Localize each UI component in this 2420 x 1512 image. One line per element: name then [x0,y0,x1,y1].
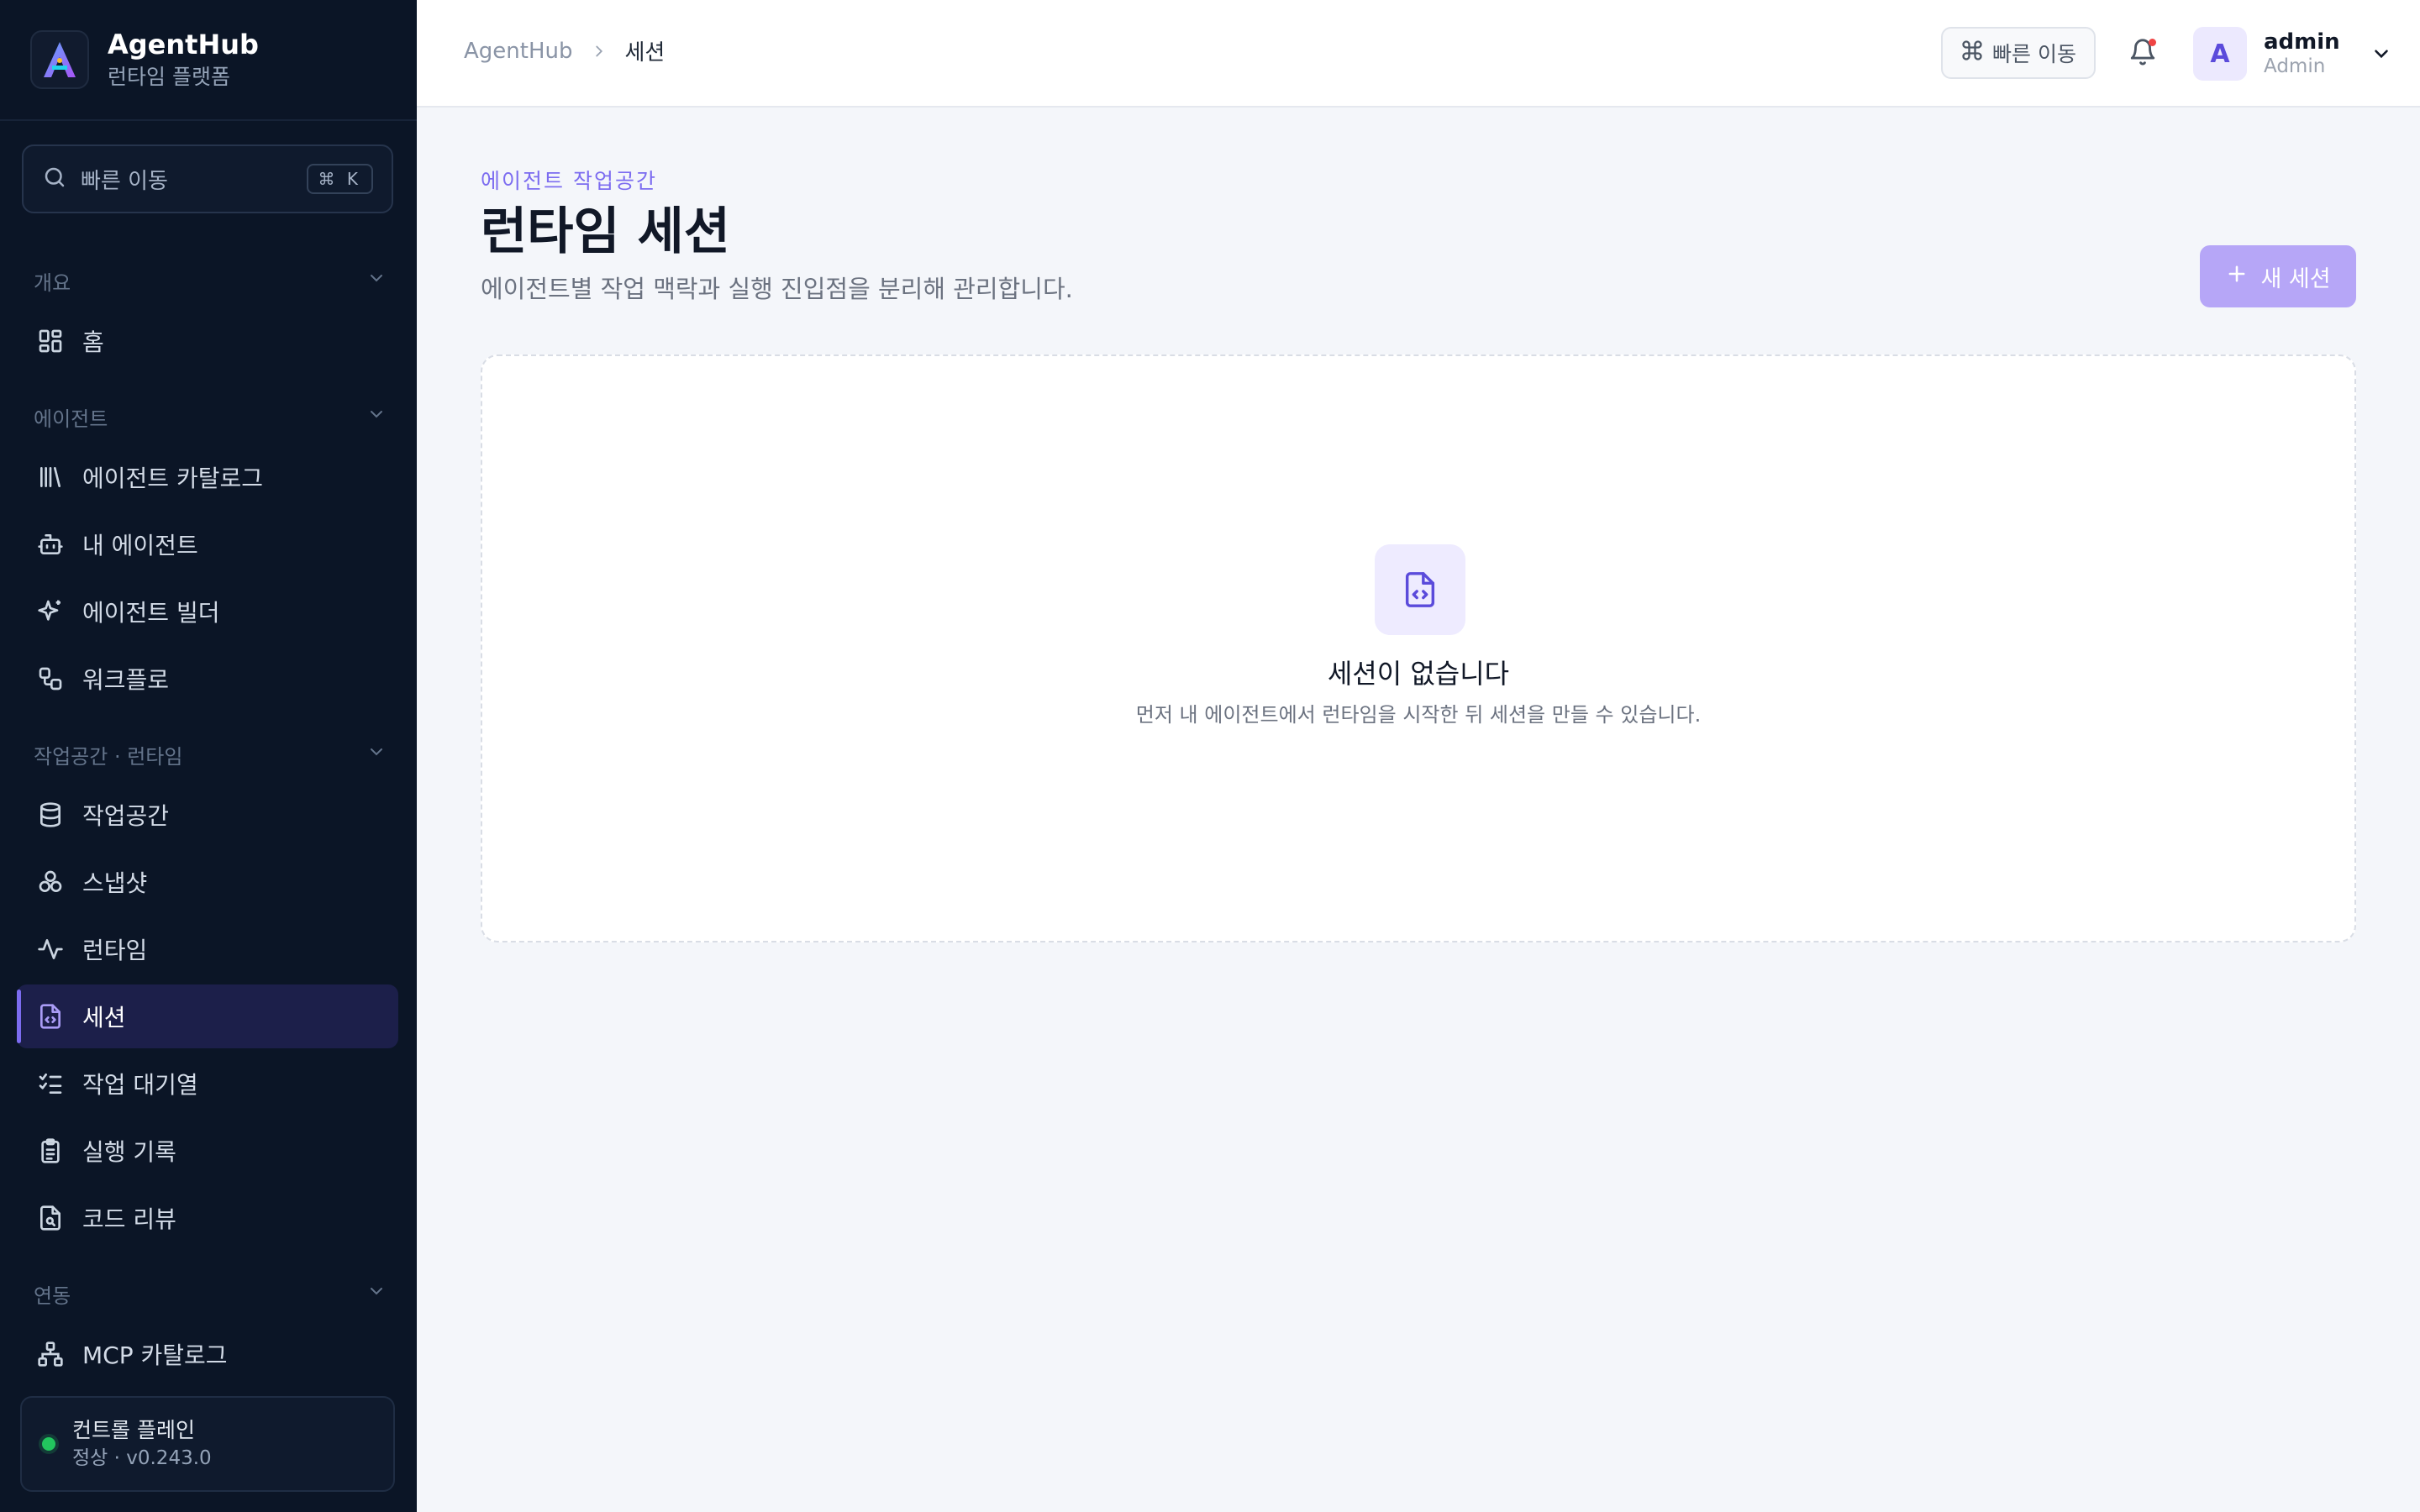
empty-state-title: 세션이 없습니다 [1327,658,1510,690]
sidebar-item-label: 실행 기록 [82,1138,176,1166]
sidebar-item-label: 세션 [82,1004,126,1032]
search-icon [42,165,67,193]
sidebar-item-sessions[interactable]: 세션 [17,984,398,1048]
sidebar-item-label: MCP 카탈로그 [82,1341,228,1369]
brand-divider [0,119,417,121]
agenthub-logo-icon [30,30,89,89]
section-integrations[interactable]: 연동 [34,1277,387,1310]
app-subtitle: 런타임 플랫폼 [108,65,230,89]
breadcrumb-root[interactable]: AgentHub [464,39,573,64]
file-code-icon [35,1001,66,1032]
section-agents[interactable]: 에이전트 [34,400,387,433]
section-overview[interactable]: 개요 [34,264,387,297]
chevron-down-icon [366,742,387,767]
section-workspace-runtime[interactable]: 작업공간 · 런타임 [34,738,387,771]
sidebar-item-runtime[interactable]: 런타임 [17,917,398,981]
user-name: admin [2264,29,2340,55]
sidebar-item-task-queue[interactable]: 작업 대기열 [17,1052,398,1116]
notification-dot [2149,39,2156,46]
clipboard-icon [35,1136,66,1166]
sidebar-item-label: 스냅샷 [82,869,148,897]
empty-state-subtitle: 먼저 내 에이전트에서 런타임을 시작한 뒤 세션을 만들 수 있습니다. [1135,703,1702,727]
topbar: AgentHub 세션 빠른 이동 A admin Admin [417,0,2420,108]
section-label: 작업공간 · 런타임 [34,744,183,769]
list-checks-icon [35,1068,66,1099]
page-eyebrow: 에이전트 작업공간 [481,169,657,193]
brand[interactable]: AgentHub 런타임 플랫폼 [30,25,400,94]
chevron-down-icon [366,1281,387,1306]
workflow-icon [35,664,66,694]
sparkles-icon [35,596,66,627]
page-subtitle: 에이전트별 작업 맥락과 실행 진입점을 분리해 관리합니다. [481,275,1073,303]
sidebar-item-label: 작업공간 [82,802,170,830]
library-icon [35,462,66,492]
new-session-button[interactable]: 새 세션 [2200,245,2356,307]
quick-nav-label: 빠른 이동 [1992,42,2076,66]
chevron-down-icon [366,268,387,293]
grid-icon [35,326,66,356]
quick-search-label: 빠른 이동 [81,168,168,194]
database-icon [35,800,66,830]
file-search-icon [35,1203,66,1233]
user-role: Admin [2264,55,2326,77]
plus-icon [2225,262,2249,291]
quick-search-button[interactable]: 빠른 이동 ⌘ K [22,144,393,213]
section-label: 개요 [34,270,71,295]
user-menu[interactable]: A admin Admin [2193,27,2392,81]
sidebar-item-run-history[interactable]: 실행 기록 [17,1119,398,1183]
sidebar-item-label: 에이전트 빌더 [82,599,220,627]
file-code-icon [1375,544,1465,635]
chevron-right-icon [590,42,608,60]
app-name: AgentHub [108,29,259,60]
new-session-label: 새 세션 [2260,265,2331,292]
sidebar-item-home[interactable]: 홈 [17,309,398,373]
status-title: 컨트롤 플레인 [72,1418,195,1442]
breadcrumb: AgentHub 세션 [464,35,665,66]
sidebar-item-label: 런타임 [82,937,148,964]
network-icon [35,1339,66,1369]
command-icon [1960,39,1984,67]
page-title: 런타임 세션 [481,202,730,261]
status-dot [42,1437,55,1451]
activity-icon [35,934,66,964]
sidebar: AgentHub 런타임 플랫폼 빠른 이동 ⌘ K 개요 홈 에이전트 에이전… [0,0,417,1512]
sidebar-item-agent-catalog[interactable]: 에이전트 카탈로그 [17,445,398,509]
sidebar-item-agent-builder[interactable]: 에이전트 빌더 [17,580,398,643]
sidebar-item-label: 내 에이전트 [82,532,198,559]
sidebar-item-my-agents[interactable]: 내 에이전트 [17,512,398,576]
breadcrumb-current: 세션 [624,40,666,66]
section-label: 에이전트 [34,407,108,431]
quick-nav-button[interactable]: 빠른 이동 [1941,27,2096,79]
sidebar-item-snapshot[interactable]: 스냅샷 [17,850,398,914]
sidebar-item-label: 코드 리뷰 [82,1205,176,1233]
bot-icon [35,529,66,559]
section-label: 연동 [34,1284,71,1308]
avatar: A [2193,27,2247,81]
sidebar-item-label: 에이전트 카탈로그 [82,465,263,492]
sidebar-item-workflow[interactable]: 워크플로 [17,647,398,711]
control-plane-status[interactable]: 컨트롤 플레인 정상 · v0.243.0 [20,1396,395,1492]
sidebar-item-mcp-catalog[interactable]: MCP 카탈로그 [17,1322,398,1386]
chevron-down-icon [366,404,387,429]
sidebar-item-code-review[interactable]: 코드 리뷰 [17,1186,398,1250]
sidebar-item-label: 작업 대기열 [82,1071,198,1099]
status-detail: 정상 · v0.243.0 [72,1447,212,1469]
notifications-button[interactable] [2123,34,2163,74]
shortcut-badge: ⌘ K [306,164,373,194]
sidebar-item-label: 홈 [82,328,104,356]
sidebar-item-workspace[interactable]: 작업공간 [17,783,398,847]
empty-state: 세션이 없습니다 먼저 내 에이전트에서 런타임을 시작한 뒤 세션을 만들 수… [481,354,2356,942]
sidebar-item-label: 워크플로 [82,666,170,694]
cluster-icon [35,867,66,897]
chevron-down-icon [2370,43,2392,65]
